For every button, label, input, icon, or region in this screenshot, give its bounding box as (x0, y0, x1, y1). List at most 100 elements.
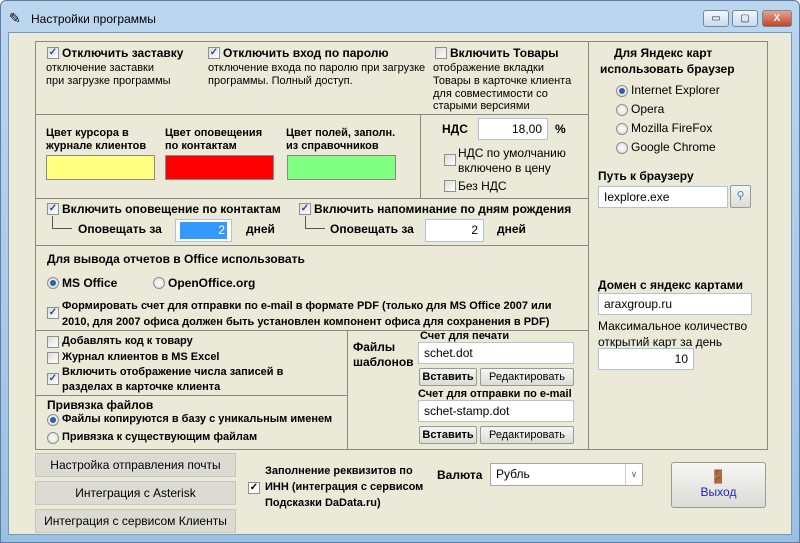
window-title: Настройки программы (31, 12, 156, 26)
print-insert-button[interactable]: Вставить (419, 368, 477, 386)
divider (35, 245, 588, 246)
divider (35, 395, 347, 396)
fields-color-swatch[interactable] (287, 155, 396, 180)
exit-door-icon: 🚪 (710, 469, 727, 484)
pdf-checkbox[interactable]: ✓ (47, 307, 59, 319)
no-vat-label: Без НДС (458, 179, 507, 193)
enable-goods-checkbox[interactable] (435, 47, 447, 59)
office-title: Для вывода отчетов в Office использовать (47, 252, 305, 266)
disable-splash-checkbox[interactable]: ✓ (47, 47, 59, 59)
divider (35, 114, 588, 115)
browser-radio-opera[interactable] (616, 104, 628, 116)
print-template-input[interactable]: schet.dot (418, 342, 574, 364)
days-unit: дней (497, 222, 526, 236)
chevron-down-icon: ∨ (625, 464, 642, 485)
browse-search-icon[interactable]: ⚲ (730, 185, 751, 208)
vat-included-checkbox[interactable] (444, 154, 456, 166)
asterisk-button[interactable]: Интеграция с Asterisk (35, 481, 236, 505)
maps-domain-label: Домен с яндекс картами (598, 278, 744, 292)
exit-label: Выход (700, 485, 737, 499)
maximize-button[interactable]: ▢ (732, 10, 758, 27)
record-counts-label: разделах в карточке клиента (62, 381, 221, 393)
disable-splash-label: Отключить заставку (62, 46, 184, 60)
currency-select[interactable]: Рубль ∨ (490, 463, 643, 486)
fields-color-label: Цвет полей, заполн. (286, 127, 396, 139)
browser-option-label: Internet Explorer (631, 83, 720, 97)
inn-checkbox[interactable]: ✓ (248, 482, 260, 494)
disable-password-desc: программы. Полный доступ. (208, 75, 353, 87)
birthday-notify-label: Включить напоминание по дням рождения (314, 202, 572, 216)
inn-label: Подсказки DaData.ru) (265, 497, 381, 509)
disable-splash-desc: при загрузке программы (46, 75, 171, 87)
divider (588, 41, 589, 450)
pdf-label: Формировать счет для отправки по e-mail … (62, 300, 552, 312)
email-insert-button[interactable]: Вставить (419, 426, 477, 444)
browser-option-label: Mozilla FireFox (631, 121, 713, 135)
inn-label: Заполнение реквизитов по (265, 465, 413, 477)
divider (35, 198, 588, 199)
minimize-button[interactable]: ▭ (703, 10, 729, 27)
disable-password-label: Отключить вход по паролю (223, 46, 389, 60)
contacts-days-input[interactable]: 2 (175, 219, 232, 242)
vat-included-label: НДС по умолчанию (458, 146, 566, 160)
currency-value: Рубль (496, 467, 530, 481)
cursor-color-swatch[interactable] (46, 155, 155, 180)
print-template-label: Счет для печати (420, 330, 510, 342)
close-button[interactable]: X (762, 10, 792, 27)
cursor-color-label: журнале клиентов (46, 140, 147, 152)
tree-connector (52, 216, 72, 229)
enable-goods-desc: старыми версиями (433, 100, 530, 112)
birthday-notify-checkbox[interactable]: ✓ (299, 203, 311, 215)
exit-button[interactable]: 🚪 Выход (671, 462, 766, 508)
email-template-input[interactable]: schet-stamp.dot (418, 400, 574, 422)
print-edit-button[interactable]: Редактировать (480, 368, 574, 386)
notify-color-label: Цвет оповещения (165, 127, 263, 139)
enable-goods-desc: Товары в карточке клиента (433, 75, 572, 87)
browser-path-label: Путь к браузеру (598, 169, 694, 183)
record-counts-checkbox[interactable]: ✓ (47, 373, 59, 385)
templates-title: шаблонов (353, 355, 414, 369)
browser-title: использовать браузер (600, 62, 735, 76)
max-maps-label: открытий карт за день (598, 335, 723, 349)
templates-title: Файлы (353, 340, 396, 354)
contacts-notify-checkbox[interactable]: ✓ (47, 203, 59, 215)
files-copy-radio[interactable] (47, 414, 59, 426)
browser-radio-firefox[interactable] (616, 123, 628, 135)
enable-goods-desc: для совместимости со (433, 88, 548, 100)
cursor-color-label: Цвет курсора в (46, 127, 129, 139)
disable-password-desc: отключение входа по паролю при загрузке (208, 62, 426, 74)
enable-goods-label: Включить Товары (450, 46, 559, 60)
ms-office-label: MS Office (62, 276, 118, 290)
vat-input[interactable]: 18,00 (478, 118, 548, 140)
browser-radio-chrome[interactable] (616, 142, 628, 154)
clients-service-button[interactable]: Интеграция с сервисом Клиенты (35, 509, 236, 533)
mail-settings-button[interactable]: Настройка отправления почты (35, 453, 236, 477)
vat-unit: % (555, 122, 566, 136)
browser-path-input[interactable]: Iexplore.exe (598, 186, 728, 208)
birthday-days-input[interactable]: 2 (425, 219, 484, 242)
no-vat-checkbox[interactable] (444, 180, 456, 192)
notify-color-swatch[interactable] (165, 155, 274, 180)
add-code-checkbox[interactable] (47, 336, 59, 348)
fields-color-label: из справочников (286, 140, 379, 152)
browser-radio-ie[interactable] (616, 85, 628, 97)
vat-label: НДС (442, 122, 468, 136)
inn-label: ИНН (интеграция с сервисом (265, 481, 424, 493)
file-binding-title: Привязка файлов (47, 398, 154, 412)
max-maps-input[interactable]: 10 (598, 348, 694, 370)
currency-label: Валюта (437, 468, 483, 482)
maps-domain-input[interactable]: araxgroup.ru (598, 293, 752, 315)
browser-option-label: Google Chrome (631, 140, 716, 154)
enable-goods-desc: отображение вкладки (433, 62, 545, 74)
browser-option-label: Opera (631, 102, 665, 116)
openoffice-radio[interactable] (153, 277, 165, 289)
app-icon: ✎ (9, 10, 21, 26)
excel-label: Журнал клиентов в MS Excel (62, 351, 220, 363)
disable-password-checkbox[interactable]: ✓ (208, 47, 220, 59)
files-copy-label: Файлы копируются в базу с уникальным име… (62, 413, 333, 425)
email-edit-button[interactable]: Редактировать (480, 426, 574, 444)
max-maps-label: Максимальное количество (598, 319, 748, 333)
excel-checkbox[interactable] (47, 352, 59, 364)
files-link-radio[interactable] (47, 432, 59, 444)
ms-office-radio[interactable] (47, 277, 59, 289)
